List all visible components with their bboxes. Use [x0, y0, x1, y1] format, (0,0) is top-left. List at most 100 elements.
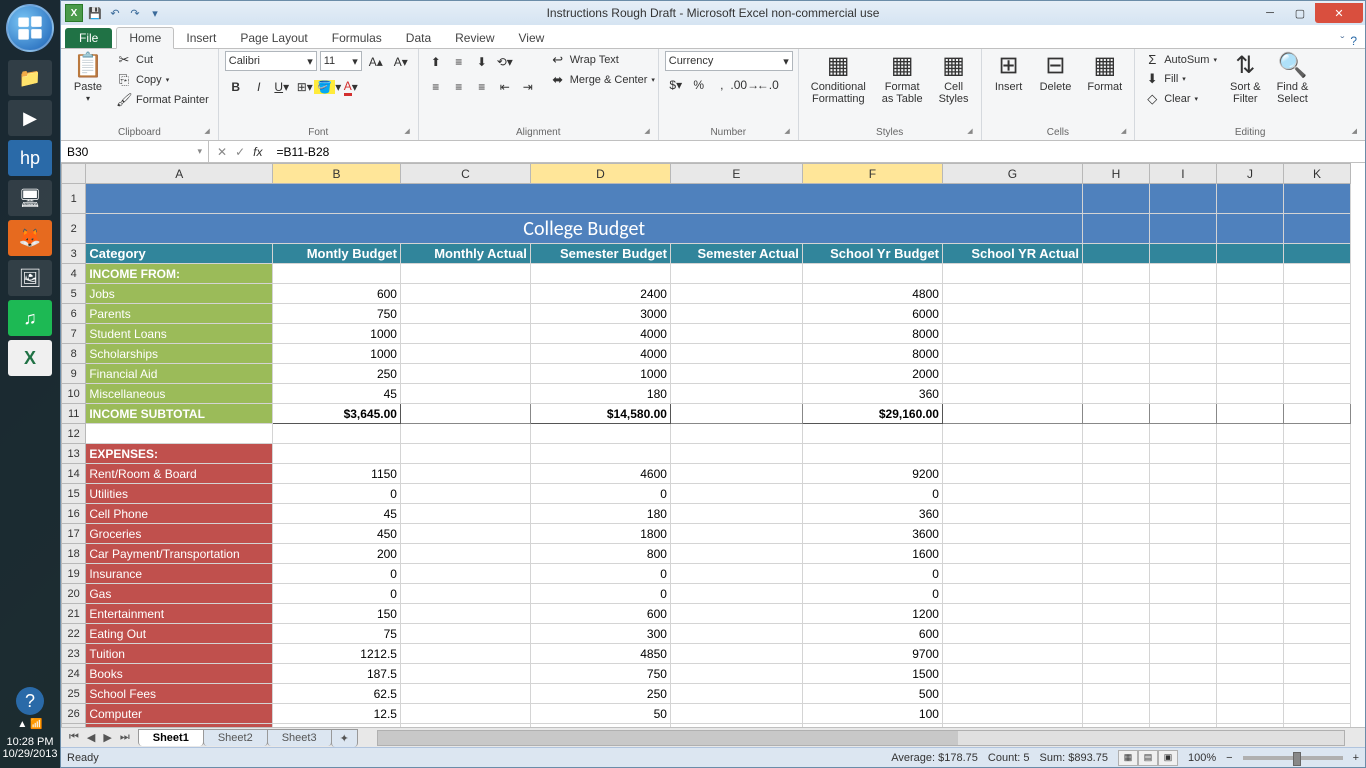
cell[interactable] — [942, 584, 1082, 604]
font-size-combo[interactable]: 11▾ — [320, 51, 362, 71]
taskbar-excel-icon[interactable]: X — [8, 340, 52, 376]
format-painter-button[interactable]: 🖌Format Painter — [113, 91, 212, 109]
copy-button[interactable]: ⎘Copy▾ — [113, 71, 212, 89]
cell[interactable] — [1149, 384, 1216, 404]
cell[interactable] — [1283, 214, 1350, 244]
cell[interactable] — [400, 544, 530, 564]
cell[interactable] — [1083, 364, 1150, 384]
cell[interactable]: 75 — [273, 624, 401, 644]
cell[interactable] — [942, 404, 1082, 424]
align-center-icon[interactable]: ≡ — [448, 76, 470, 98]
cell[interactable] — [942, 624, 1082, 644]
cell[interactable]: 1200 — [802, 604, 942, 624]
cell[interactable] — [1083, 284, 1150, 304]
row-header[interactable]: 24 — [62, 664, 86, 684]
cell[interactable]: School Fees — [86, 684, 273, 704]
percent-icon[interactable]: % — [688, 74, 710, 96]
cell[interactable] — [670, 604, 802, 624]
cell[interactable] — [1149, 564, 1216, 584]
cell[interactable] — [1083, 504, 1150, 524]
cell[interactable] — [942, 304, 1082, 324]
cell[interactable] — [1283, 504, 1350, 524]
fb-cancel-icon[interactable]: ✕ — [217, 145, 227, 159]
cell[interactable] — [670, 544, 802, 564]
cell[interactable] — [400, 664, 530, 684]
cell[interactable]: 12.5 — [273, 704, 401, 724]
cell[interactable]: Rent/Room & Board — [86, 464, 273, 484]
cell[interactable]: Financial Aid — [86, 364, 273, 384]
cell[interactable] — [1149, 524, 1216, 544]
cell[interactable]: 800 — [530, 544, 670, 564]
font-color-button[interactable]: A▾ — [340, 76, 362, 98]
cell[interactable] — [942, 384, 1082, 404]
align-middle-icon[interactable]: ≡ — [448, 51, 470, 73]
cell[interactable] — [942, 564, 1082, 584]
fb-enter-icon[interactable]: ✓ — [235, 145, 245, 159]
format-cells-button[interactable]: ▦Format — [1081, 51, 1128, 95]
cell[interactable] — [670, 324, 802, 344]
cell[interactable] — [1216, 664, 1283, 684]
cell[interactable] — [802, 424, 942, 444]
cell[interactable]: Insurance — [86, 564, 273, 584]
row-header[interactable]: 3 — [62, 244, 86, 264]
cell[interactable]: 4850 — [530, 644, 670, 664]
cell[interactable]: Books — [86, 664, 273, 684]
cell[interactable] — [1216, 384, 1283, 404]
sheet-tab-1[interactable]: Sheet1 — [138, 729, 204, 746]
cell[interactable] — [1149, 424, 1216, 444]
cell[interactable]: 9200 — [802, 464, 942, 484]
cell[interactable] — [802, 444, 942, 464]
increase-indent-icon[interactable]: ⇥ — [517, 76, 539, 98]
align-left-icon[interactable]: ≡ — [425, 76, 447, 98]
cell[interactable] — [273, 264, 401, 284]
row-header[interactable]: 18 — [62, 544, 86, 564]
cell[interactable]: 150 — [273, 604, 401, 624]
cell[interactable] — [670, 504, 802, 524]
cell[interactable]: School YR Actual — [942, 244, 1082, 264]
cell[interactable]: Gas — [86, 584, 273, 604]
cell[interactable] — [86, 184, 1083, 214]
cell[interactable] — [1083, 544, 1150, 564]
cell[interactable] — [1216, 644, 1283, 664]
cell[interactable] — [1283, 544, 1350, 564]
zoom-slider[interactable] — [1243, 756, 1343, 760]
row-header[interactable]: 7 — [62, 324, 86, 344]
cell[interactable]: 2400 — [530, 284, 670, 304]
formula-input[interactable]: =B11-B28 — [270, 145, 1365, 159]
cell[interactable] — [1216, 504, 1283, 524]
row-header[interactable]: 21 — [62, 604, 86, 624]
cell[interactable]: 125 — [530, 724, 670, 728]
row-header[interactable]: 15 — [62, 484, 86, 504]
cell[interactable] — [1083, 344, 1150, 364]
row-header[interactable]: 14 — [62, 464, 86, 484]
cell[interactable]: 1500 — [802, 664, 942, 684]
orientation-icon[interactable]: ⟲▾ — [494, 51, 516, 73]
cell[interactable] — [1149, 624, 1216, 644]
cell[interactable] — [1216, 444, 1283, 464]
help-button-icon[interactable]: ? — [1350, 34, 1357, 48]
cell[interactable] — [1083, 684, 1150, 704]
cell[interactable] — [1083, 404, 1150, 424]
row-header[interactable]: 20 — [62, 584, 86, 604]
cell[interactable] — [1283, 464, 1350, 484]
cell[interactable] — [400, 424, 530, 444]
row-header[interactable]: 26 — [62, 704, 86, 724]
conditional-formatting-button[interactable]: ▦Conditional Formatting — [805, 51, 872, 108]
cell[interactable]: Utilities — [86, 484, 273, 504]
cell[interactable] — [1283, 684, 1350, 704]
row-header[interactable]: 27 — [62, 724, 86, 728]
cell[interactable] — [802, 264, 942, 284]
cell[interactable] — [86, 424, 273, 444]
cell[interactable] — [670, 384, 802, 404]
cell[interactable] — [1283, 384, 1350, 404]
minimize-button[interactable]: ─ — [1255, 3, 1285, 23]
tab-page-layout[interactable]: Page Layout — [228, 28, 319, 48]
cell[interactable] — [1216, 344, 1283, 364]
excel-icon[interactable]: X — [65, 4, 83, 22]
cell[interactable] — [1283, 644, 1350, 664]
cell[interactable] — [670, 724, 802, 728]
cell[interactable] — [400, 304, 530, 324]
cell[interactable] — [670, 264, 802, 284]
cell[interactable] — [400, 464, 530, 484]
align-top-icon[interactable]: ⬆ — [425, 51, 447, 73]
